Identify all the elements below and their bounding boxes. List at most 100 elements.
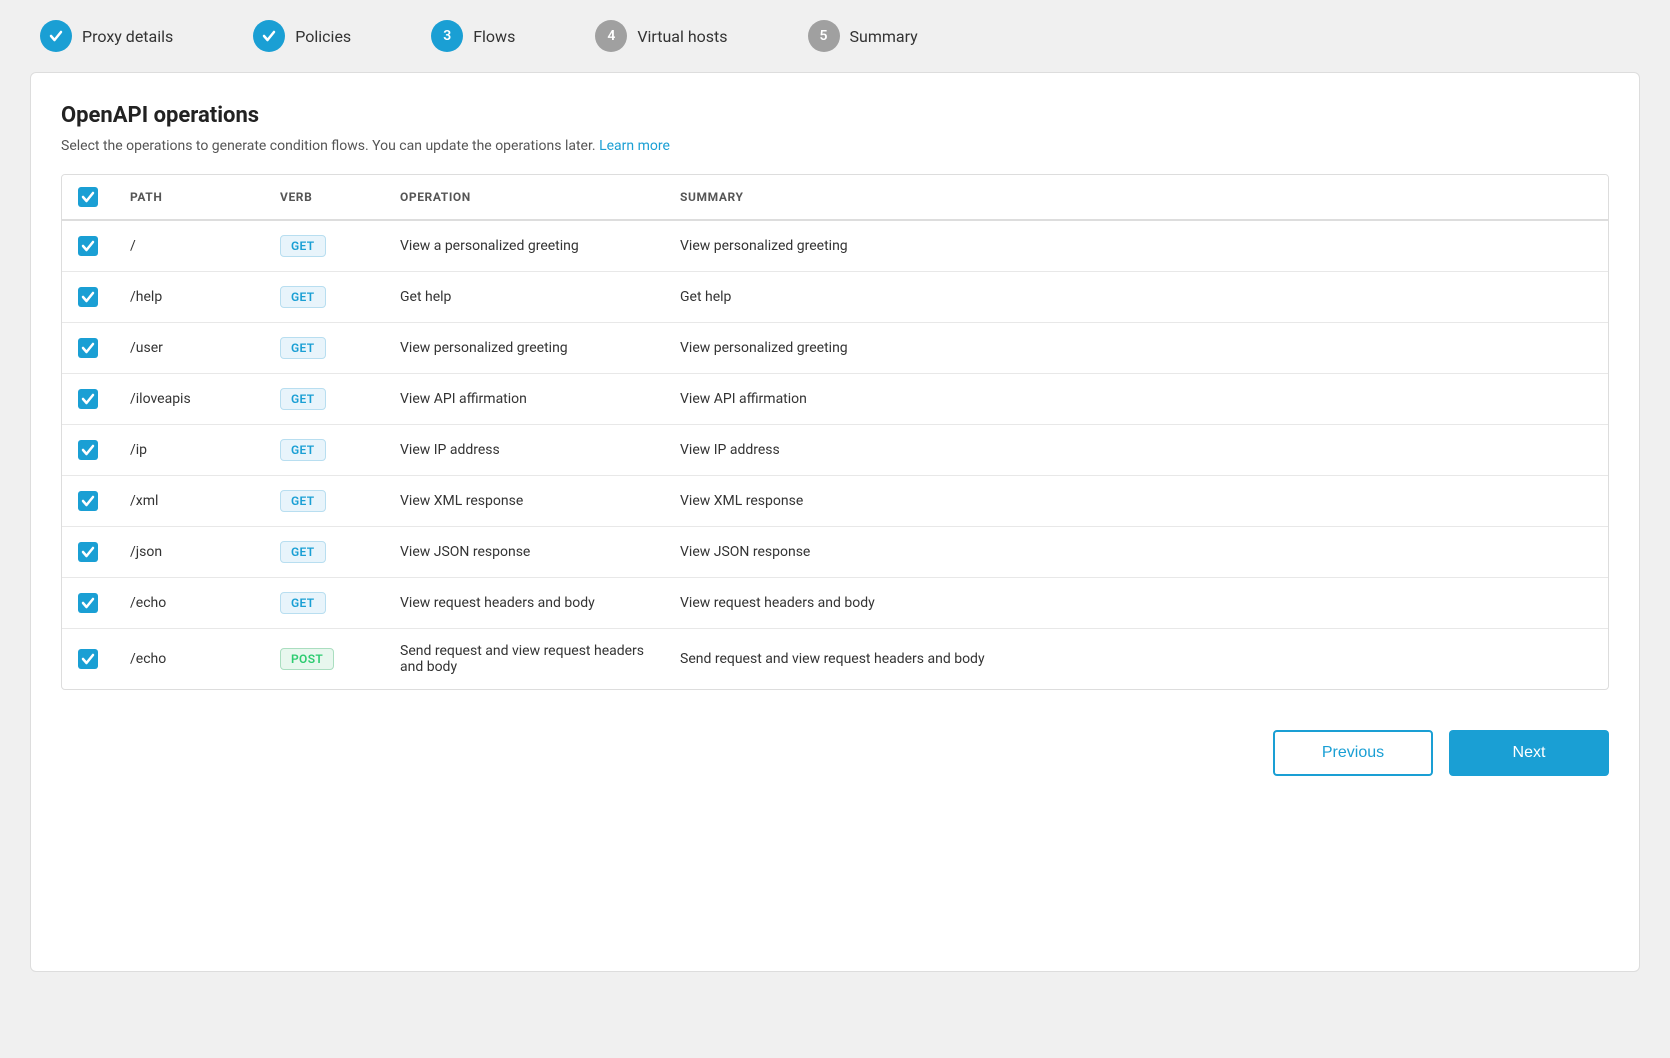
th-summary: SUMMARY — [664, 175, 1608, 220]
row-verb: GET — [264, 425, 384, 476]
step-flows[interactable]: 3 Flows — [431, 20, 515, 52]
row-checkbox[interactable] — [78, 389, 98, 409]
section-title: OpenAPI operations — [61, 103, 1609, 128]
row-operation: View personalized greeting — [384, 323, 664, 374]
step-label-policies: Policies — [295, 27, 351, 46]
th-verb: VERB — [264, 175, 384, 220]
row-checkbox[interactable] — [78, 440, 98, 460]
row-checkbox-cell — [62, 578, 114, 629]
row-checkbox[interactable] — [78, 593, 98, 613]
step-circle-proxy-details — [40, 20, 72, 52]
verb-badge: GET — [280, 439, 326, 461]
row-verb: POST — [264, 629, 384, 690]
row-checkbox-cell — [62, 272, 114, 323]
row-checkbox[interactable] — [78, 236, 98, 256]
row-checkbox[interactable] — [78, 491, 98, 511]
row-verb: GET — [264, 374, 384, 425]
step-label-virtual-hosts: Virtual hosts — [637, 27, 727, 46]
row-summary: Send request and view request headers an… — [664, 629, 1608, 690]
row-path: / — [114, 220, 264, 272]
main-content: OpenAPI operations Select the operations… — [30, 72, 1640, 972]
step-label-summary: Summary — [850, 27, 918, 46]
row-operation: Get help — [384, 272, 664, 323]
row-operation: View XML response — [384, 476, 664, 527]
row-checkbox-cell — [62, 527, 114, 578]
row-summary: View personalized greeting — [664, 220, 1608, 272]
table-header-row: PATH VERB OPERATION SUMMARY — [62, 175, 1608, 220]
row-checkbox-cell — [62, 425, 114, 476]
verb-badge: GET — [280, 388, 326, 410]
table-row: /ip GET View IP address View IP address — [62, 425, 1608, 476]
row-path: /ip — [114, 425, 264, 476]
row-path: /iloveapis — [114, 374, 264, 425]
operations-table: PATH VERB OPERATION SUMMARY — [62, 175, 1608, 689]
table-row: /help GET Get help Get help — [62, 272, 1608, 323]
row-checkbox-cell — [62, 629, 114, 690]
step-circle-virtual-hosts: 4 — [595, 20, 627, 52]
row-operation: View JSON response — [384, 527, 664, 578]
th-path: PATH — [114, 175, 264, 220]
step-proxy-details[interactable]: Proxy details — [40, 20, 173, 52]
row-path: /xml — [114, 476, 264, 527]
row-operation: View IP address — [384, 425, 664, 476]
row-checkbox[interactable] — [78, 649, 98, 669]
row-operation: View request headers and body — [384, 578, 664, 629]
row-checkbox[interactable] — [78, 287, 98, 307]
row-verb: GET — [264, 323, 384, 374]
row-checkbox-cell — [62, 220, 114, 272]
footer-buttons: Previous Next — [61, 714, 1609, 776]
th-checkbox — [62, 175, 114, 220]
step-circle-flows: 3 — [431, 20, 463, 52]
select-all-checkbox[interactable] — [78, 187, 98, 207]
row-summary: View personalized greeting — [664, 323, 1608, 374]
row-verb: GET — [264, 527, 384, 578]
previous-button[interactable]: Previous — [1273, 730, 1433, 776]
verb-badge: GET — [280, 337, 326, 359]
row-path: /json — [114, 527, 264, 578]
row-operation: Send request and view request headers an… — [384, 629, 664, 690]
row-checkbox-cell — [62, 476, 114, 527]
verb-badge: GET — [280, 235, 326, 257]
row-operation: View API affirmation — [384, 374, 664, 425]
section-description: Select the operations to generate condit… — [61, 138, 1609, 154]
row-summary: View IP address — [664, 425, 1608, 476]
step-circle-policies — [253, 20, 285, 52]
row-checkbox-cell — [62, 374, 114, 425]
row-path: /help — [114, 272, 264, 323]
th-operation: OPERATION — [384, 175, 664, 220]
row-path: /user — [114, 323, 264, 374]
step-circle-summary: 5 — [808, 20, 840, 52]
row-operation: View a personalized greeting — [384, 220, 664, 272]
step-label-proxy-details: Proxy details — [82, 27, 173, 46]
row-summary: View JSON response — [664, 527, 1608, 578]
step-virtual-hosts[interactable]: 4 Virtual hosts — [595, 20, 727, 52]
row-checkbox[interactable] — [78, 338, 98, 358]
row-verb: GET — [264, 272, 384, 323]
verb-badge: GET — [280, 592, 326, 614]
row-summary: Get help — [664, 272, 1608, 323]
step-label-flows: Flows — [473, 27, 515, 46]
table-row: /xml GET View XML response View XML resp… — [62, 476, 1608, 527]
row-summary: View request headers and body — [664, 578, 1608, 629]
verb-badge: POST — [280, 648, 334, 670]
stepper: Proxy details Policies 3 Flows 4 Virtual… — [0, 0, 1670, 72]
learn-more-link[interactable]: Learn more — [599, 138, 670, 154]
row-checkbox-cell — [62, 323, 114, 374]
operations-table-container: PATH VERB OPERATION SUMMARY — [61, 174, 1609, 690]
table-row: /json GET View JSON response View JSON r… — [62, 527, 1608, 578]
row-path: /echo — [114, 629, 264, 690]
table-row: /echo POST Send request and view request… — [62, 629, 1608, 690]
next-button[interactable]: Next — [1449, 730, 1609, 776]
row-verb: GET — [264, 476, 384, 527]
table-row: /echo GET View request headers and body … — [62, 578, 1608, 629]
step-summary[interactable]: 5 Summary — [808, 20, 918, 52]
table-row: /iloveapis GET View API affirmation View… — [62, 374, 1608, 425]
row-verb: GET — [264, 220, 384, 272]
row-summary: View API affirmation — [664, 374, 1608, 425]
row-checkbox[interactable] — [78, 542, 98, 562]
row-summary: View XML response — [664, 476, 1608, 527]
verb-badge: GET — [280, 541, 326, 563]
step-policies[interactable]: Policies — [253, 20, 351, 52]
verb-badge: GET — [280, 490, 326, 512]
row-verb: GET — [264, 578, 384, 629]
